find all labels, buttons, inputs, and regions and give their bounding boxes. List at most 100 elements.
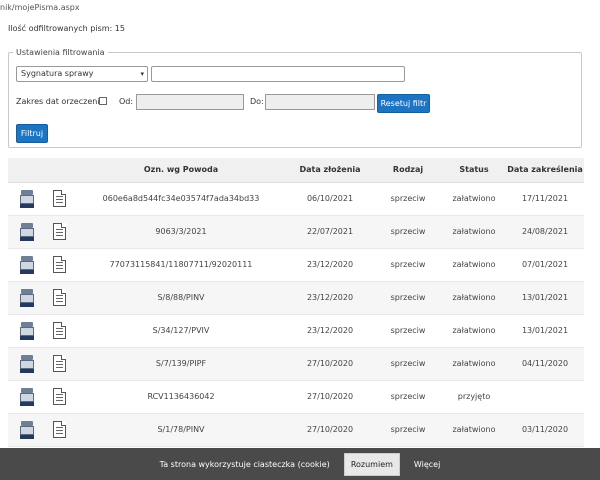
header-submit-date: Data złożenia (286, 158, 374, 183)
row-document-cell (42, 314, 76, 348)
row-binder-cell (8, 182, 42, 216)
header-plaintiff-ref: Ozn. wg Powoda (76, 158, 286, 183)
header-icon-1 (8, 158, 42, 183)
row-binder-cell (8, 413, 42, 447)
cell-plaintiff-ref: S/1/78/PINV (76, 413, 286, 447)
table-row[interactable]: S/7/139/PIPF 27/10/2020 sprzeciw załatwiono… (8, 347, 584, 381)
table-row[interactable]: RCV1136436042 27/10/2020 sprzeciw przyjęto (8, 380, 584, 414)
document-icon[interactable] (52, 421, 66, 438)
document-icon[interactable] (52, 289, 66, 306)
table-row[interactable]: S/1/78/PINV 27/10/2020 sprzeciw załatwiono 0… (8, 413, 584, 447)
reset-filter-button[interactable]: Resetuj filtr (377, 94, 430, 113)
letters-table: Ozn. wg Powoda Data złożenia Rodzaj Stat… (8, 158, 584, 447)
row-document-cell (42, 182, 76, 216)
cell-plaintiff-ref: S/7/139/PIPF (76, 347, 286, 381)
binder-icon[interactable] (20, 420, 34, 439)
cell-submit-date: 22/07/2021 (286, 215, 374, 249)
cell-close-date: 24/08/2021 (506, 215, 584, 249)
cell-close-date: 13/01/2021 (506, 281, 584, 315)
table-row[interactable]: S/8/88/PINV 23/12/2020 sprzeciw załatwiono 1… (8, 281, 584, 315)
row-document-cell (42, 413, 76, 447)
signature-select[interactable]: Sygnatura sprawy ▾ (16, 66, 148, 82)
cell-type: sprzeciw (374, 281, 442, 315)
to-label: Do: (250, 97, 264, 106)
to-date-input[interactable] (265, 94, 375, 110)
binder-icon[interactable] (20, 189, 34, 208)
cell-close-date (506, 380, 584, 414)
cell-status: załatwiono (442, 182, 506, 216)
cell-plaintiff-ref: 77073115841/11807711/92020111 (76, 248, 286, 282)
row-binder-cell (8, 215, 42, 249)
row-document-cell (42, 248, 76, 282)
cell-close-date: 13/01/2021 (506, 314, 584, 348)
cell-status: załatwiono (442, 281, 506, 315)
cell-submit-date: 23/12/2020 (286, 314, 374, 348)
table-row[interactable]: 9063/3/2021 22/07/2021 sprzeciw załatwiono 2… (8, 215, 584, 249)
document-icon[interactable] (52, 322, 66, 339)
row-document-cell (42, 380, 76, 414)
header-status: Status (442, 158, 506, 183)
row-binder-cell (8, 281, 42, 315)
date-range-label: Zakres dat orzeczenia (16, 97, 105, 106)
cell-close-date: 07/01/2021 (506, 248, 584, 282)
cell-submit-date: 27/10/2020 (286, 413, 374, 447)
from-label: Od: (119, 97, 134, 106)
cell-plaintiff-ref: S/34/127/PVIV (76, 314, 286, 348)
cookie-accept-button[interactable]: Rozumiem (343, 452, 400, 476)
filtered-count: Ilość odfiltrowanych pism: 15 (8, 24, 125, 33)
cell-close-date: 17/11/2021 (506, 182, 584, 216)
binder-icon[interactable] (20, 387, 34, 406)
signature-select-value: Sygnatura sprawy (21, 69, 94, 78)
row-document-cell (42, 281, 76, 315)
cell-submit-date: 27/10/2020 (286, 380, 374, 414)
cell-status: załatwiono (442, 314, 506, 348)
document-icon[interactable] (52, 388, 66, 405)
document-icon[interactable] (52, 190, 66, 207)
cell-status: załatwiono (442, 413, 506, 447)
header-type: Rodzaj (374, 158, 442, 183)
binder-icon[interactable] (20, 321, 34, 340)
cookie-more-link[interactable]: Więcej (414, 460, 440, 469)
binder-icon[interactable] (20, 255, 34, 274)
cell-type: sprzeciw (374, 248, 442, 282)
row-binder-cell (8, 347, 42, 381)
cookie-text: Ta strona wykorzystuje ciasteczka (cooki… (159, 459, 330, 469)
document-icon[interactable] (52, 223, 66, 240)
cell-type: sprzeciw (374, 413, 442, 447)
cell-status: załatwiono (442, 215, 506, 249)
table-row[interactable]: 77073115841/11807711/92020111 23/12/2020 s… (8, 248, 584, 282)
cell-status: przyjęto (442, 380, 506, 414)
cell-type: sprzeciw (374, 182, 442, 216)
table-row[interactable]: 060e6a8d544fc34e03574f7ada34bd33 06/10/20… (8, 182, 584, 216)
cell-plaintiff-ref: 060e6a8d544fc34e03574f7ada34bd33 (76, 182, 286, 216)
cell-plaintiff-ref: 9063/3/2021 (76, 215, 286, 249)
binder-icon[interactable] (20, 222, 34, 241)
cell-status: załatwiono (442, 248, 506, 282)
cell-type: sprzeciw (374, 347, 442, 381)
cell-close-date: 04/11/2020 (506, 347, 584, 381)
document-icon[interactable] (52, 256, 66, 273)
header-icon-2 (42, 158, 76, 183)
cell-type: sprzeciw (374, 215, 442, 249)
binder-icon[interactable] (20, 354, 34, 373)
row-document-cell (42, 215, 76, 249)
row-binder-cell (8, 248, 42, 282)
row-document-cell (42, 347, 76, 381)
cell-close-date: 03/11/2020 (506, 413, 584, 447)
date-range-checkbox[interactable] (99, 97, 107, 105)
signature-input[interactable] (151, 66, 405, 82)
row-binder-cell (8, 380, 42, 414)
cell-type: sprzeciw (374, 380, 442, 414)
table-row[interactable]: S/34/127/PVIV 23/12/2020 sprzeciw załatwion… (8, 314, 584, 348)
cell-plaintiff-ref: RCV1136436042 (76, 380, 286, 414)
cookie-bar: Ta strona wykorzystuje ciasteczka (cooki… (0, 448, 600, 480)
filter-button[interactable]: Filtruj (16, 124, 48, 143)
header-close-date: Data zakreślenia (506, 158, 584, 183)
cell-submit-date: 27/10/2020 (286, 347, 374, 381)
cell-type: sprzeciw (374, 314, 442, 348)
cell-plaintiff-ref: S/8/88/PINV (76, 281, 286, 315)
filter-legend: Ustawienia filtrowania (16, 48, 105, 57)
document-icon[interactable] (52, 355, 66, 372)
binder-icon[interactable] (20, 288, 34, 307)
from-date-input[interactable] (136, 94, 244, 110)
